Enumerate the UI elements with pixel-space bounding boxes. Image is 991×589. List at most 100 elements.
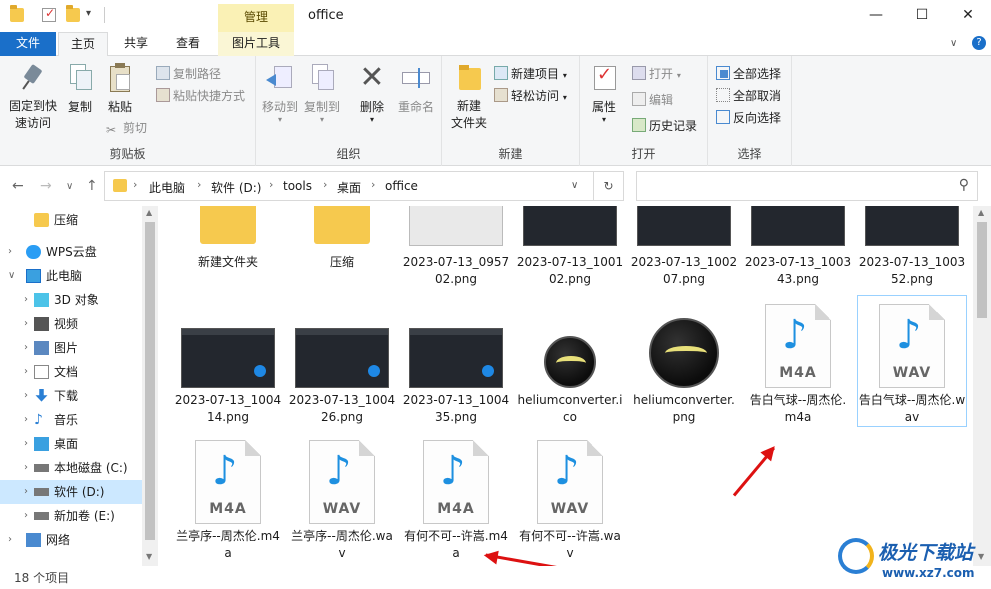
open-button[interactable]: 打开 ▾	[632, 64, 681, 84]
tab-view[interactable]: 查看	[166, 32, 210, 56]
file-item[interactable]: 压缩	[288, 206, 396, 271]
file-item[interactable]: 2023-07-13_100426.png	[288, 296, 396, 426]
file-item[interactable]: 2023-07-13_100102.png	[516, 206, 624, 288]
file-item[interactable]: 2023-07-13_100343.png	[744, 206, 852, 288]
paste-shortcut-button[interactable]: 粘贴快捷方式	[156, 86, 245, 106]
expand-chevron-icon[interactable]: ›	[8, 240, 12, 264]
file-item[interactable]: 新建文件夹	[174, 206, 282, 271]
nav-item[interactable]: › WPS云盘	[0, 240, 142, 264]
nav-item[interactable]: › 视频	[0, 312, 142, 336]
address-history-chevron-icon[interactable]: ∨	[571, 180, 578, 191]
nav-item[interactable]: › 本地磁盘 (C:)	[0, 456, 142, 480]
expand-chevron-icon[interactable]: ›	[24, 504, 28, 528]
easy-access-button[interactable]: 轻松访问 ▾	[494, 86, 567, 106]
nav-item[interactable]: › 桌面	[0, 432, 142, 456]
expand-chevron-icon[interactable]: ›	[24, 456, 28, 480]
file-item[interactable]: ♪ M4A 有何不可--许嵩.m4a	[402, 436, 510, 562]
select-none-button[interactable]: 全部取消	[716, 86, 781, 106]
expand-chevron-icon[interactable]: ›	[24, 312, 28, 336]
nav-item[interactable]: › ♪ 音乐	[0, 408, 142, 432]
file-item[interactable]: 2023-07-13_095702.png	[402, 206, 510, 288]
nav-item[interactable]: ∨ 此电脑	[0, 264, 142, 288]
properties-button[interactable]: ✓ 属性 ▾	[586, 62, 622, 124]
cut-button[interactable]: ✂ 剪切	[106, 118, 147, 138]
tab-home[interactable]: 主页	[58, 32, 108, 57]
pin-quick-access-button[interactable]: 固定到快 速访问	[4, 62, 62, 132]
folder-icon	[34, 213, 49, 227]
new-folder-button[interactable]: 新建 文件夹	[446, 62, 492, 132]
file-item[interactable]: 2023-07-13_100207.png	[630, 206, 738, 288]
file-item[interactable]: ♪ WAV 有何不可--许嵩.wav	[516, 436, 624, 562]
nav-item[interactable]: › 新加卷 (E:)	[0, 504, 142, 528]
search-input[interactable]: ⚲	[636, 171, 978, 201]
close-button[interactable]: ✕	[945, 0, 991, 32]
new-item-button[interactable]: 新建项目 ▾	[494, 64, 567, 84]
paste-button[interactable]: 粘贴	[102, 62, 138, 115]
expand-chevron-icon[interactable]: ›	[24, 360, 28, 384]
select-all-button[interactable]: 全部选择	[716, 64, 781, 84]
file-item[interactable]: ♪ M4A 兰亭序--周杰伦.m4a	[174, 436, 282, 562]
customize-quick-access-icon[interactable]: ▾	[86, 8, 100, 22]
nav-item[interactable]: › 软件 (D:)	[0, 480, 142, 504]
expand-chevron-icon[interactable]: ›	[24, 432, 28, 456]
breadcrumb-drive-d[interactable]: 软件 (D:)	[211, 179, 261, 196]
scroll-up-icon[interactable]: ▲	[146, 208, 152, 217]
maximize-button[interactable]: ☐	[899, 0, 945, 32]
file-item[interactable]: ♪ WAV 告白气球--周杰伦.wav	[857, 295, 967, 427]
scroll-down-icon[interactable]: ▼	[146, 552, 152, 561]
file-item[interactable]: heliumconverter.png	[630, 296, 738, 426]
new-folder-quick-access-icon[interactable]	[66, 5, 80, 22]
nav-pane-scroll-thumb[interactable]	[145, 222, 155, 540]
nav-item[interactable]: › 图片	[0, 336, 142, 360]
copy-to-button[interactable]: 复制到 ▾	[302, 62, 342, 124]
collapse-ribbon-icon[interactable]: ∨	[950, 38, 957, 49]
properties-quick-access-icon[interactable]: ✓	[42, 6, 56, 22]
file-item[interactable]: 2023-07-13_100352.png	[858, 206, 966, 288]
nav-item[interactable]: › 下载	[0, 384, 142, 408]
file-item[interactable]: ♪ WAV 兰亭序--周杰伦.wav	[288, 436, 396, 562]
file-item[interactable]: 2023-07-13_100414.png	[174, 296, 282, 426]
expand-chevron-icon[interactable]: ›	[24, 336, 28, 360]
refresh-icon[interactable]: ↻	[594, 171, 624, 201]
breadcrumb-desktop[interactable]: 桌面	[337, 179, 361, 196]
help-icon[interactable]: ?	[972, 36, 986, 50]
tab-file[interactable]: 文件	[0, 32, 56, 56]
history-button[interactable]: 历史记录	[632, 116, 697, 136]
invert-selection-button[interactable]: 反向选择	[716, 108, 781, 128]
tab-manage[interactable]: 管理	[218, 4, 294, 32]
expand-chevron-icon[interactable]: ›	[24, 384, 28, 408]
expand-chevron-icon[interactable]: ›	[24, 408, 28, 432]
recent-locations-chevron-icon[interactable]: ∨	[66, 181, 73, 192]
breadcrumb-this-pc[interactable]: 此电脑	[149, 179, 185, 196]
rename-button[interactable]: 重命名	[394, 62, 438, 115]
expand-chevron-icon[interactable]: ›	[8, 528, 12, 552]
copy-path-button[interactable]: 复制路径	[156, 64, 221, 84]
file-item[interactable]: heliumconverter.ico	[516, 296, 624, 426]
nav-item[interactable]: › 3D 对象	[0, 288, 142, 312]
file-name: 2023-07-13_100352.png	[858, 255, 966, 286]
back-arrow-icon[interactable]: ←	[12, 178, 24, 194]
address-bar[interactable]: › 此电脑 › 软件 (D:) › tools › 桌面 › office ∨	[104, 171, 594, 201]
breadcrumb-office[interactable]: office	[385, 179, 418, 193]
forward-arrow-icon[interactable]: →	[40, 178, 52, 194]
move-to-button[interactable]: 移动到 ▾	[260, 62, 300, 124]
expanded-chevron-icon[interactable]: ∨	[8, 264, 15, 288]
tab-share[interactable]: 共享	[114, 32, 158, 56]
clipboard-group-label: 剪贴板	[109, 147, 146, 161]
nav-item[interactable]: › 网络	[0, 528, 142, 552]
copy-button[interactable]: 复制	[62, 62, 98, 115]
file-item[interactable]: ♪ M4A 告白气球--周杰伦.m4a	[744, 296, 852, 426]
nav-item[interactable]: 压缩	[0, 208, 142, 232]
minimize-button[interactable]: —	[853, 0, 899, 32]
file-list-scroll-thumb[interactable]	[977, 222, 987, 318]
scroll-up-icon[interactable]: ▲	[978, 208, 984, 217]
tab-picture-tools[interactable]: 图片工具	[218, 32, 294, 56]
expand-chevron-icon[interactable]: ›	[24, 480, 28, 504]
delete-button[interactable]: ✕ 删除 ▾	[352, 62, 392, 125]
nav-item[interactable]: › 文档	[0, 360, 142, 384]
breadcrumb-tools[interactable]: tools	[283, 179, 312, 193]
edit-button[interactable]: 编辑	[632, 90, 673, 110]
expand-chevron-icon[interactable]: ›	[24, 288, 28, 312]
up-arrow-icon[interactable]: ↑	[86, 178, 98, 194]
file-item[interactable]: 2023-07-13_100435.png	[402, 296, 510, 426]
